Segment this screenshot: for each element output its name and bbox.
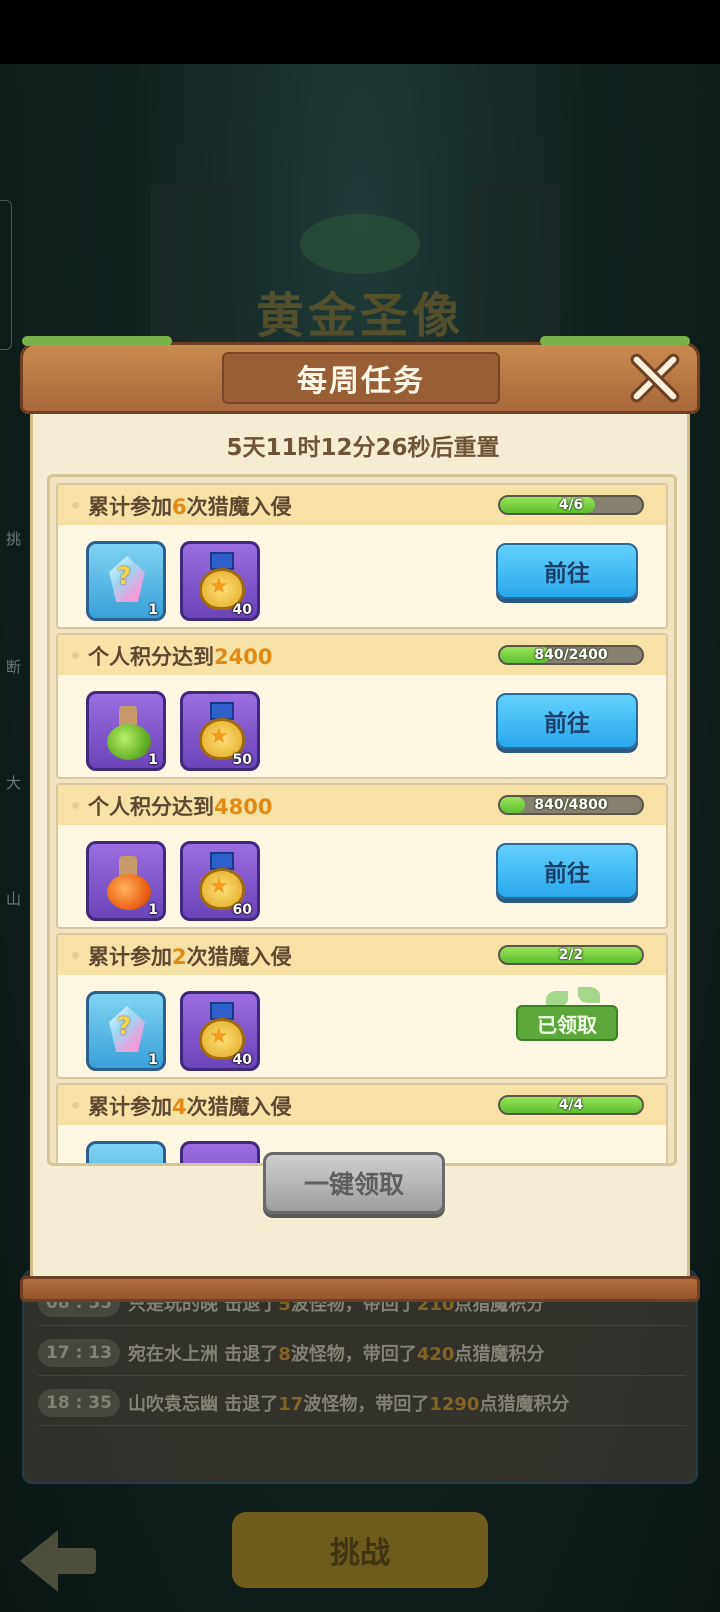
mystery-gem-icon[interactable]: ? 1 bbox=[86, 541, 166, 621]
modal-title: 每周任务 bbox=[297, 364, 425, 399]
task-list[interactable]: 累计参加6次猎魔入侵 4/6 ? 1 ★ 40 前往 个人积分达到2400 840/… bbox=[47, 474, 677, 1166]
task-title: 个人积分达到4800 bbox=[88, 795, 273, 819]
back-arrow-icon[interactable] bbox=[20, 1530, 96, 1592]
leaf-decoration bbox=[578, 987, 600, 1003]
log-time: 17 : 13 bbox=[38, 1338, 120, 1367]
left-hint: 大 bbox=[6, 774, 22, 792]
log-row: 18 : 35 山吹袁忘幽 击退了17波怪物，带回了1290点猎魔积分 bbox=[38, 1380, 686, 1426]
modal-footer bbox=[20, 1276, 700, 1302]
task-title: 累计参加2次猎魔入侵 bbox=[88, 945, 292, 969]
hunt-log-panel: 08 : 55 只是玩的晚 击退了5波怪物，带回了210点猎魔积分 17 : 1… bbox=[22, 1270, 698, 1484]
log-row: 17 : 13 宛在水上洲 击退了8波怪物，带回了420点猎魔积分 bbox=[38, 1330, 686, 1376]
goto-button[interactable]: 前往 bbox=[496, 693, 638, 749]
title-plate: 每周任务 bbox=[222, 352, 500, 404]
task-title: 累计参加4次猎魔入侵 bbox=[88, 1095, 292, 1119]
task-header: 累计参加2次猎魔入侵 2/2 bbox=[58, 935, 666, 975]
task-progress-bar: 4/6 bbox=[498, 495, 644, 515]
task-card: 个人积分达到4800 840/4800 1 ★ 60 前往 bbox=[56, 783, 668, 929]
left-hint: 山 bbox=[6, 890, 22, 908]
task-title: 累计参加6次猎魔入侵 bbox=[88, 495, 292, 519]
weekly-tasks-modal: 5天11时12分26秒后重置 累计参加6次猎魔入侵 4/6 ? 1 ★ 40 前往 … bbox=[30, 412, 690, 1278]
collect-all-button[interactable]: 一键领取 bbox=[263, 1152, 445, 1214]
mystery-gem-icon[interactable] bbox=[86, 1141, 166, 1163]
task-header: 个人积分达到2400 840/2400 bbox=[58, 635, 666, 675]
left-hint: 断 bbox=[6, 658, 22, 676]
task-card: 累计参加6次猎魔入侵 4/6 ? 1 ★ 40 前往 bbox=[56, 483, 668, 629]
close-icon[interactable] bbox=[626, 350, 682, 406]
status-bar bbox=[0, 0, 720, 64]
statue-glow bbox=[300, 214, 420, 274]
mystery-gem-icon[interactable]: ? 1 bbox=[86, 991, 166, 1071]
task-title: 个人积分达到2400 bbox=[88, 645, 273, 669]
side-tab[interactable] bbox=[0, 200, 12, 350]
task-progress-bar: 840/2400 bbox=[498, 645, 644, 665]
log-text: 山吹袁忘幽 击退了17波怪物，带回了1290点猎魔积分 bbox=[128, 1393, 570, 1415]
grass-decoration bbox=[22, 336, 172, 346]
claimed-badge: 已领取 bbox=[516, 1005, 618, 1041]
left-hint: 挑 bbox=[6, 530, 22, 548]
challenge-button[interactable]: 挑战 bbox=[232, 1512, 488, 1588]
task-card: 个人积分达到2400 840/2400 1 ★ 50 前往 bbox=[56, 633, 668, 779]
grass-decoration bbox=[540, 336, 690, 346]
log-time: 18 : 35 bbox=[38, 1388, 120, 1417]
task-progress-bar: 840/4800 bbox=[498, 795, 644, 815]
task-header: 累计参加4次猎魔入侵 4/4 bbox=[58, 1085, 666, 1125]
medal-icon[interactable] bbox=[180, 1141, 260, 1163]
task-header: 个人积分达到4800 840/4800 bbox=[58, 785, 666, 825]
red-potion-icon[interactable]: 1 bbox=[86, 841, 166, 921]
green-potion-icon[interactable]: 1 bbox=[86, 691, 166, 771]
task-progress-bar: 2/2 bbox=[498, 945, 644, 965]
goto-button[interactable]: 前往 bbox=[496, 843, 638, 899]
log-text: 宛在水上洲 击退了8波怪物，带回了420点猎魔积分 bbox=[128, 1343, 545, 1365]
task-card: 累计参加2次猎魔入侵 2/2 ? 1 ★ 40 已领取 bbox=[56, 933, 668, 1079]
medal-icon[interactable]: ★ 40 bbox=[180, 991, 260, 1071]
reset-countdown: 5天11时12分26秒后重置 bbox=[226, 435, 500, 461]
goto-button[interactable]: 前往 bbox=[496, 543, 638, 599]
medal-icon[interactable]: ★ 60 bbox=[180, 841, 260, 921]
medal-icon[interactable]: ★ 40 bbox=[180, 541, 260, 621]
task-progress-bar: 4/4 bbox=[498, 1095, 644, 1115]
task-header: 累计参加6次猎魔入侵 4/6 bbox=[58, 485, 666, 525]
medal-icon[interactable]: ★ 50 bbox=[180, 691, 260, 771]
